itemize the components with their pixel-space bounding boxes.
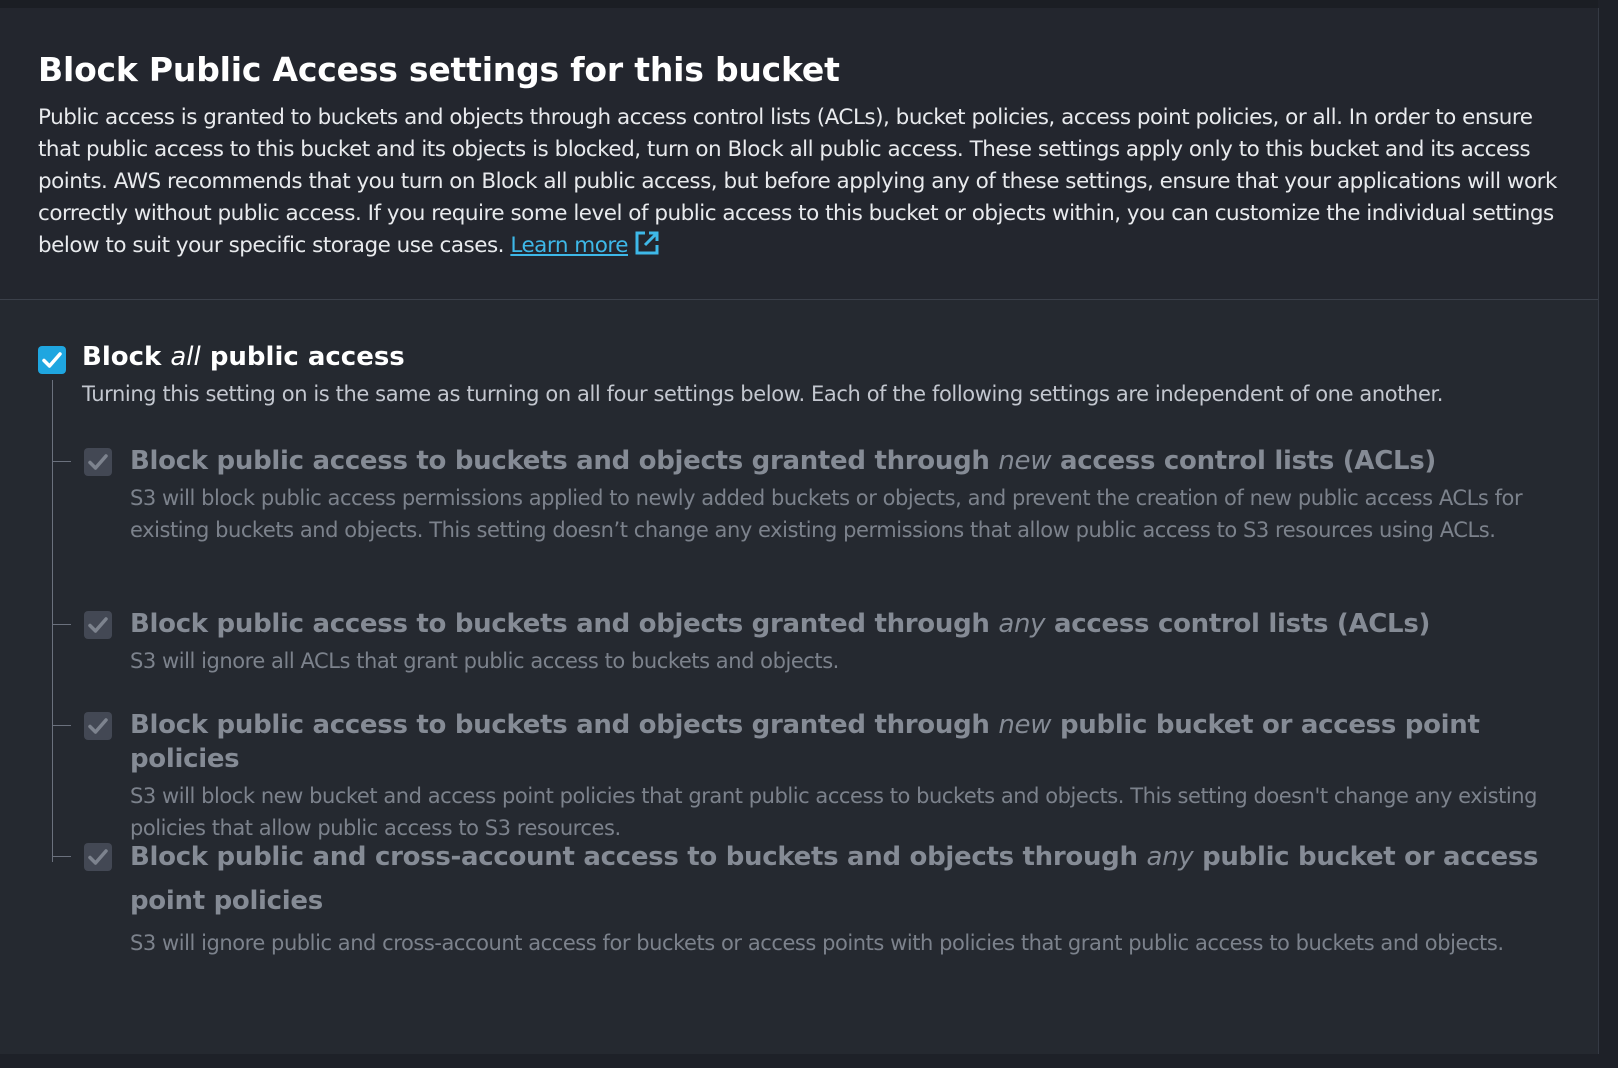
setting-new-policies-checkbox[interactable]	[84, 712, 112, 740]
setting-any-policies-checkbox[interactable]	[84, 843, 112, 871]
setting-help: S3 will block public access permissions …	[130, 486, 1523, 542]
block-all-label-prefix: Block	[82, 342, 162, 372]
setting-label: Block public access to buckets and objec…	[130, 607, 1584, 641]
setting-label-prefix: Block public access to buckets and objec…	[130, 609, 990, 639]
external-link-icon	[634, 230, 660, 266]
learn-more-label: Learn more	[510, 233, 628, 258]
checkmark-icon	[42, 352, 62, 368]
learn-more-link[interactable]: Learn more	[510, 231, 660, 258]
checkmark-icon	[88, 617, 108, 633]
block-all-label[interactable]: Block all public access	[82, 342, 405, 372]
block-all-label-emphasis: all	[170, 342, 201, 372]
setting-label-emphasis: new	[998, 710, 1052, 740]
block-public-access-panel: Block Public Access settings for this bu…	[0, 8, 1599, 1054]
block-all-label-suffix: public access	[209, 342, 405, 372]
setting-label-emphasis: any	[1146, 842, 1194, 872]
setting-new-acls-checkbox[interactable]	[84, 448, 112, 476]
setting-label-emphasis: new	[998, 446, 1052, 476]
setting-label: Block public access to buckets and objec…	[130, 444, 1584, 478]
panel-header: Block Public Access settings for this bu…	[0, 8, 1598, 300]
setting-label: Block public and cross-account access to…	[130, 835, 1550, 923]
setting-label-prefix: Block public and cross-account access to…	[130, 842, 1138, 872]
checkmark-icon	[88, 454, 108, 470]
setting-new-acls: Block public access to buckets and objec…	[84, 444, 1584, 546]
block-all-checkbox[interactable]	[38, 346, 66, 374]
setting-new-policies: Block public access to buckets and objec…	[84, 708, 1584, 844]
block-all-help: Turning this setting on is the same as t…	[82, 382, 1444, 406]
block-all-public-access: Block all public access Turning this set…	[38, 342, 1598, 412]
s3-bucket-permissions-page: Block Public Access settings for this bu…	[0, 0, 1618, 1068]
checkmark-icon	[88, 849, 108, 865]
section-description: Public access is granted to buckets and …	[38, 102, 1578, 266]
page-title: Block Public Access settings for this bu…	[38, 50, 840, 89]
tree-connector-branch	[52, 856, 71, 857]
setting-any-acls-checkbox[interactable]	[84, 611, 112, 639]
tree-connector-branch	[52, 461, 71, 462]
setting-any-acls: Block public access to buckets and objec…	[84, 607, 1584, 677]
tree-connector-branch	[52, 624, 71, 625]
setting-label-prefix: Block public access to buckets and objec…	[130, 710, 990, 740]
setting-label-suffix: access control lists (ACLs)	[1059, 446, 1437, 476]
setting-label: Block public access to buckets and objec…	[130, 708, 1584, 776]
setting-help: S3 will ignore public and cross-account …	[130, 931, 1504, 955]
setting-label-prefix: Block public access to buckets and objec…	[130, 446, 990, 476]
setting-help: S3 will ignore all ACLs that grant publi…	[130, 649, 839, 673]
checkmark-icon	[88, 718, 108, 734]
top-strip	[0, 0, 1598, 8]
tree-connector-branch	[52, 725, 71, 726]
setting-any-policies-cross-account: Block public and cross-account access to…	[84, 839, 1584, 959]
description-text: Public access is granted to buckets and …	[38, 105, 1557, 258]
setting-label-suffix: access control lists (ACLs)	[1054, 609, 1431, 639]
tree-connector-vertical	[52, 380, 53, 862]
setting-label-emphasis: any	[998, 609, 1046, 639]
